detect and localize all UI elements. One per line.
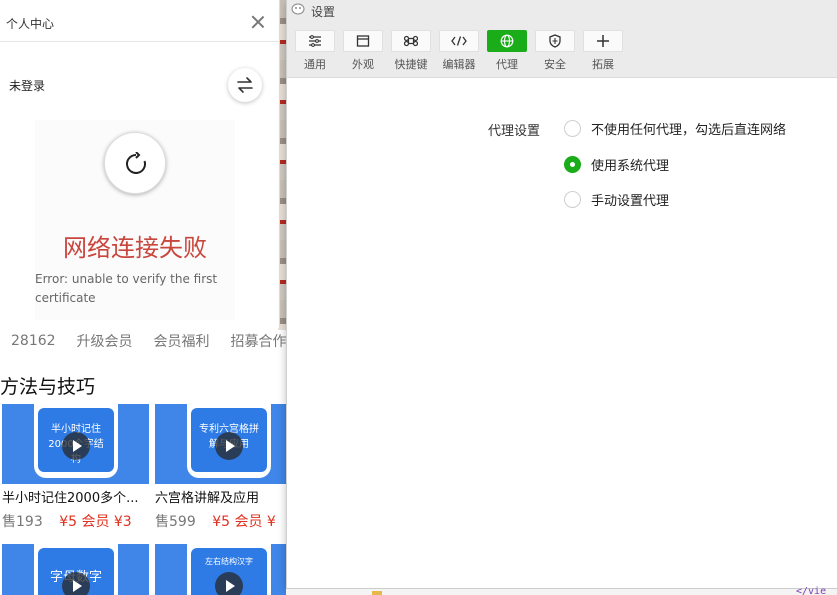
- member-benefits-link[interactable]: 会员福利: [154, 331, 210, 351]
- window-title: 设置: [311, 5, 336, 19]
- course-title[interactable]: 六宫格讲解及应用: [155, 487, 290, 506]
- course-thumbnail[interactable]: 左右结构汉字: [155, 544, 290, 595]
- close-icon[interactable]: [248, 12, 268, 32]
- refresh-arrow-icon: [126, 152, 146, 174]
- course-thumbnail[interactable]: 字母数字: [2, 544, 149, 595]
- tab-icon-box: [295, 30, 335, 52]
- course-price: ¥5 会员 ¥: [212, 514, 276, 530]
- upgrade-member-link[interactable]: 升级会员: [77, 331, 133, 351]
- tab-appearance[interactable]: 外观: [343, 30, 383, 72]
- sold-count: 售599: [155, 514, 196, 530]
- panel-titlebar: 个人中心: [0, 0, 279, 42]
- tab-icon-box: [343, 30, 383, 52]
- proxy-settings-label: 代理设置: [488, 124, 541, 139]
- member-stats-bar: 28162 升级会员 会员福利 招募合作: [0, 328, 290, 354]
- sliders-icon: [309, 35, 321, 47]
- tab-label: 拓展: [592, 58, 614, 71]
- window-icon: [356, 35, 370, 47]
- tab-label: 通用: [304, 58, 326, 71]
- tab-shortcuts[interactable]: 快捷键: [391, 30, 431, 72]
- folder-icon: [372, 591, 382, 595]
- settings-window: 设置 通用 外观 快捷键 编辑器 代理 安全 拓展 代理设置 不使用任何代理，勾…: [286, 0, 837, 588]
- tab-icon-box: [487, 30, 527, 52]
- login-status[interactable]: 未登录: [9, 77, 45, 94]
- tab-label: 代理: [496, 58, 518, 71]
- play-icon[interactable]: [215, 432, 243, 460]
- tab-icon-box: [391, 30, 431, 52]
- tab-icon-box: [583, 30, 623, 52]
- play-icon[interactable]: [62, 572, 90, 595]
- network-error-box: 网络连接失败 Error: unable to verify the first…: [35, 120, 235, 320]
- section-title: 方法与技巧: [0, 376, 96, 398]
- wechat-logo-icon: [291, 3, 305, 15]
- settings-toolbar: 通用 外观 快捷键 编辑器 代理 安全 拓展: [287, 22, 837, 78]
- swap-arrows-icon: [237, 77, 253, 93]
- tab-label: 外观: [352, 58, 374, 71]
- shield-icon: [549, 34, 561, 48]
- tab-icon-box: [535, 30, 575, 52]
- course-thumbnail[interactable]: 半小时记住2000个字结构: [2, 404, 149, 484]
- tab-label: 快捷键: [394, 58, 428, 71]
- stat-count: 28162: [11, 333, 56, 349]
- radio-button[interactable]: [564, 191, 581, 208]
- swap-icon[interactable]: [228, 68, 262, 102]
- proxy-option-manual[interactable]: 手动设置代理: [564, 190, 669, 209]
- personal-center-panel: 个人中心 未登录 网络连接失败 Error: unable to verify …: [0, 0, 280, 328]
- play-icon[interactable]: [62, 432, 90, 460]
- behind-window-edge: </vie: [286, 586, 837, 595]
- recruit-link[interactable]: 招募合作: [231, 331, 287, 351]
- course-thumbnail[interactable]: 专利六宫格拼解与应用: [155, 404, 290, 484]
- globe-icon: [500, 34, 514, 48]
- thumb-caption: 左右结构汉字: [205, 557, 253, 566]
- error-title: 网络连接失败: [63, 234, 207, 262]
- code-fragment: </vie: [796, 586, 827, 595]
- play-icon[interactable]: [215, 572, 243, 595]
- course-price: ¥5 会员 ¥3: [59, 514, 132, 530]
- tab-label: 编辑器: [442, 58, 476, 71]
- radio-button[interactable]: [564, 120, 581, 137]
- sold-count: 售193: [2, 514, 43, 530]
- radio-button-selected[interactable]: [564, 156, 581, 173]
- tab-extensions[interactable]: 拓展: [583, 30, 623, 72]
- tab-security[interactable]: 安全: [535, 30, 575, 72]
- plus-icon: [597, 35, 609, 47]
- tab-general[interactable]: 通用: [295, 30, 335, 72]
- command-icon: [404, 35, 418, 47]
- option-label: 不使用任何代理，勾选后直连网络: [591, 123, 787, 138]
- proxy-option-none[interactable]: 不使用任何代理，勾选后直连网络: [564, 119, 786, 138]
- panel-title: 个人中心: [6, 17, 55, 31]
- code-icon: [451, 36, 467, 46]
- reload-icon[interactable]: [104, 132, 166, 194]
- window-titlebar[interactable]: 设置: [287, 0, 837, 22]
- course-title[interactable]: 半小时记住2000多个...: [2, 487, 152, 506]
- proxy-option-system[interactable]: 使用系统代理: [564, 155, 669, 174]
- option-label: 手动设置代理: [591, 194, 670, 209]
- course-meta: 售193 ¥5 会员 ¥3: [2, 511, 152, 531]
- error-message: Error: unable to verify the first certif…: [35, 272, 218, 305]
- tab-editor[interactable]: 编辑器: [439, 30, 479, 72]
- option-label: 使用系统代理: [591, 159, 670, 174]
- tab-icon-box: [439, 30, 479, 52]
- course-meta: 售599 ¥5 会员 ¥: [155, 511, 285, 531]
- tab-label: 安全: [544, 58, 566, 71]
- tab-proxy[interactable]: 代理: [487, 30, 527, 72]
